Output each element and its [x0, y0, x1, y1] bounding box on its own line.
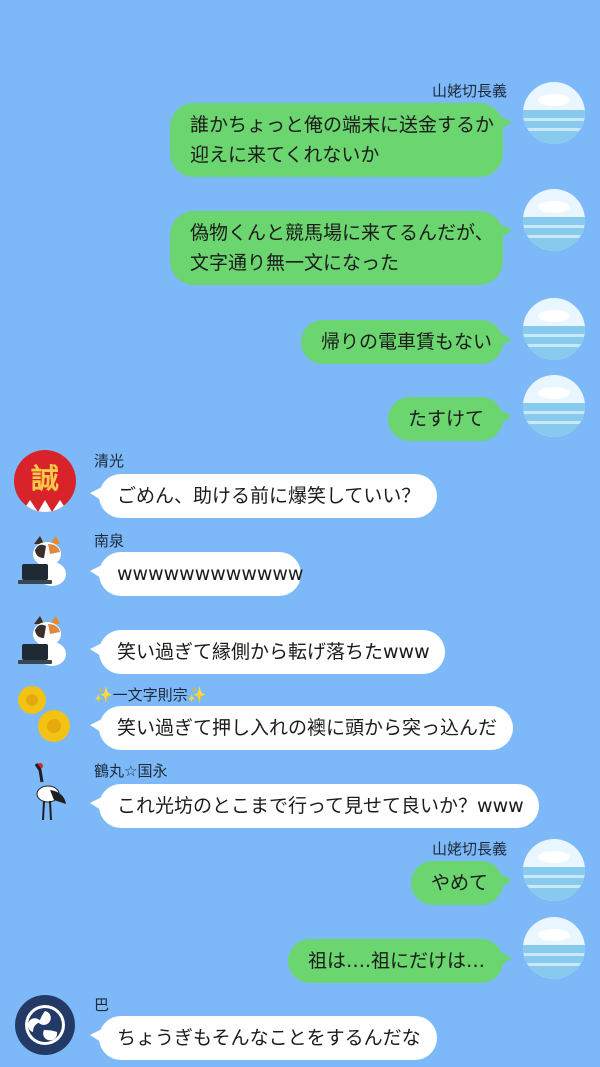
- message-bubble[interactable]: 祖は….祖にだけは…: [288, 939, 512, 983]
- message-bubble[interactable]: 笑い過ぎて押し入れの襖に頭から突っ込んだ: [90, 706, 513, 750]
- sender-name: 鶴丸☆国永: [94, 762, 168, 780]
- sky-sea-icon[interactable]: [523, 189, 585, 251]
- message-bubble[interactable]: 偽物くんと競馬場に来てるんだが、 文字通り無一文になった: [170, 211, 512, 285]
- message-line: やめて: [431, 872, 489, 894]
- message-line: 文字通り無一文になった: [190, 252, 400, 274]
- sender-name: 清光: [94, 452, 125, 470]
- sender-name: ✨一文字則宗✨: [94, 686, 207, 704]
- message-line: これ光坊のとこまで行って見せて良いか？www: [117, 795, 524, 817]
- sender-name: 山姥切長義: [431, 82, 507, 100]
- message-line: 帰りの電車賃もない: [321, 331, 493, 353]
- makoto-emblem-icon[interactable]: 誠: [14, 450, 76, 512]
- crane-bird-icon[interactable]: [14, 760, 76, 822]
- sky-sea-icon[interactable]: [523, 839, 585, 901]
- calico-cat-laptop-icon[interactable]: [14, 530, 76, 592]
- message-line: 笑い過ぎて押し入れの襖に頭から突っ込んだ: [117, 717, 498, 739]
- message-bubble[interactable]: 笑い過ぎて縁側から転げ落ちたwww: [90, 630, 445, 674]
- message-line: ごめん、助ける前に爆笑していい？: [117, 485, 421, 507]
- message-bubble[interactable]: たすけて: [388, 397, 512, 441]
- message-line: ちょうぎもそんなことをするんだな: [117, 1027, 421, 1049]
- message-bubble[interactable]: これ光坊のとこまで行って見せて良いか？www: [90, 784, 539, 828]
- sky-sea-icon[interactable]: [523, 82, 585, 144]
- message-line: 笑い過ぎて縁側から転げ落ちたwww: [117, 641, 430, 663]
- message-bubble[interactable]: wwwwwwwwwwww: [90, 552, 304, 596]
- message-bubble[interactable]: ちょうぎもそんなことをするんだな: [90, 1016, 437, 1060]
- message-bubble[interactable]: 誰かちょっと俺の端末に送金するか 迎えに来てくれないか: [170, 103, 512, 177]
- chat-log: 山姥切長義 誰かちょっと俺の端末に送金するか 迎えに来てくれないか 偽物くんと競…: [0, 0, 600, 1067]
- message-line: 祖は….祖にだけは…: [308, 950, 486, 972]
- sky-sea-icon[interactable]: [523, 298, 585, 360]
- message-line: 誰かちょっと俺の端末に送金するか: [190, 114, 495, 136]
- message-line: 迎えに来てくれないか: [190, 144, 380, 166]
- tomoe-crest-icon[interactable]: [14, 994, 76, 1056]
- sky-sea-icon[interactable]: [523, 917, 585, 979]
- sky-sea-icon[interactable]: [523, 375, 585, 437]
- message-line: wwwwwwwwwwww: [117, 563, 304, 585]
- sender-name: 南泉: [94, 532, 125, 550]
- calico-cat-laptop-icon[interactable]: [14, 610, 76, 672]
- message-line: たすけて: [408, 408, 485, 430]
- svg-text:誠: 誠: [31, 462, 59, 495]
- sender-name: 巴: [94, 996, 110, 1014]
- sender-name: 山姥切長義: [431, 840, 507, 858]
- message-line: 偽物くんと競馬場に来てるんだが、: [190, 222, 494, 244]
- message-bubble[interactable]: ごめん、助ける前に爆笑していい？: [90, 474, 437, 518]
- chrysanthemum-icon[interactable]: [12, 682, 76, 746]
- message-bubble[interactable]: 帰りの電車賃もない: [301, 320, 512, 364]
- message-bubble[interactable]: やめて: [411, 861, 512, 905]
